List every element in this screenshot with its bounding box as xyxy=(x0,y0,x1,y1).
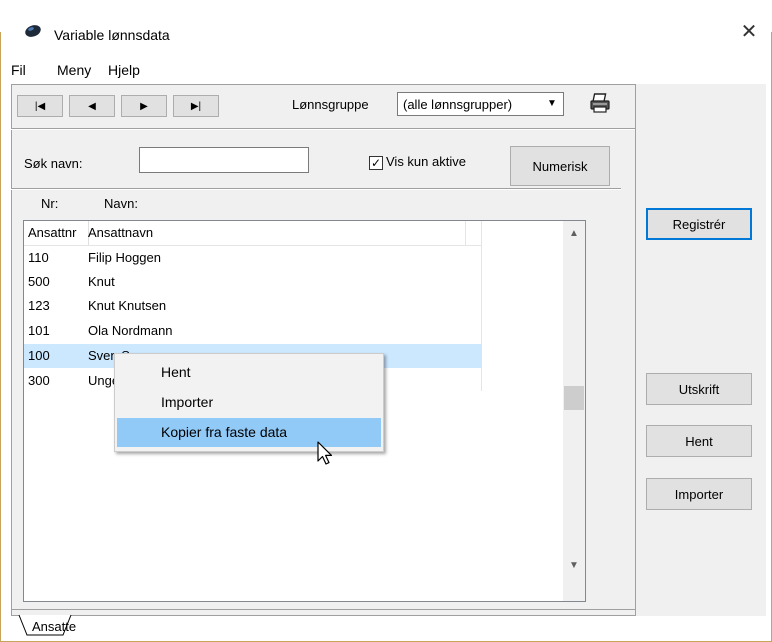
vis-kun-aktive-label: Vis kun aktive xyxy=(386,154,466,169)
nav-next-button[interactable]: ▶ xyxy=(121,95,167,117)
cell-ansattnavn: Ola Nordmann xyxy=(88,323,173,338)
chevron-down-icon[interactable]: ▼ xyxy=(543,95,561,113)
table-row[interactable]: 110 Filip Hoggen xyxy=(24,246,482,270)
header-ansattnr[interactable]: Ansattnr xyxy=(28,221,89,245)
toolbar-separator xyxy=(11,128,635,130)
nav-first-button[interactable]: |◀ xyxy=(17,95,63,117)
cell-ansattnr: 100 xyxy=(28,348,50,363)
scroll-down-icon[interactable]: ▼ xyxy=(563,556,585,576)
mouse-pointer-icon xyxy=(317,441,333,465)
table-row[interactable]: 500 Knut xyxy=(24,270,482,294)
ctx-importer[interactable]: Importer xyxy=(117,388,381,417)
table-row[interactable]: 101 Ola Nordmann xyxy=(24,319,482,343)
printer-icon[interactable] xyxy=(589,92,611,114)
cell-ansattnavn: Knut xyxy=(88,274,115,289)
navn-column-label: Navn: xyxy=(104,196,138,211)
cell-ansattnr: 500 xyxy=(28,274,50,289)
cell-ansattnr: 300 xyxy=(28,373,50,388)
numerisk-button[interactable]: Numerisk xyxy=(510,146,610,186)
cell-ansattnr: 101 xyxy=(28,323,50,338)
nav-last-button[interactable]: ▶| xyxy=(173,95,219,117)
scroll-thumb[interactable] xyxy=(564,386,584,410)
bottom-separator xyxy=(11,609,635,610)
tab-ansatte-label: Ansatte xyxy=(32,619,77,634)
lonnsgruppe-value: (alle lønnsgrupper) xyxy=(403,97,513,112)
ctx-hent[interactable]: Hent xyxy=(117,358,381,387)
menu-meny[interactable]: Meny xyxy=(57,61,91,79)
cell-ansattnr: 110 xyxy=(28,250,49,265)
ctx-kopier-fra-faste-data[interactable]: Kopier fra faste data xyxy=(117,418,381,447)
utskrift-button[interactable]: Utskrift xyxy=(646,373,752,405)
lonnsgruppe-label: Lønnsgruppe xyxy=(292,97,369,112)
nav-prev-button[interactable]: ◀ xyxy=(69,95,115,117)
context-menu: Hent Importer Kopier fra faste data xyxy=(114,353,384,452)
cell-ansattnr: 123 xyxy=(28,298,50,313)
cell-ansattnavn: Knut Knutsen xyxy=(88,298,167,313)
menu-fil[interactable]: Fil xyxy=(11,61,26,79)
importer-button[interactable]: Importer xyxy=(646,478,752,510)
list-scrollbar[interactable] xyxy=(563,221,585,601)
header-ansattnavn[interactable]: Ansattnavn xyxy=(88,221,468,245)
search-separator xyxy=(11,188,621,190)
hent-button[interactable]: Hent xyxy=(646,425,752,457)
search-label: Søk navn: xyxy=(24,156,83,171)
menu-hjelp[interactable]: Hjelp xyxy=(108,61,140,79)
cell-ansattnavn: Filip Hoggen xyxy=(88,250,161,265)
app-logo-icon xyxy=(25,25,41,37)
registrer-button[interactable]: Registrér xyxy=(646,208,752,240)
close-icon[interactable]: ✕ xyxy=(738,22,760,44)
window-title: Variable lønnsdata xyxy=(54,27,170,43)
table-header-row: Ansattnr Ansattnavn xyxy=(24,221,482,246)
table-row[interactable]: 123 Knut Knutsen xyxy=(24,294,482,318)
search-input[interactable] xyxy=(139,147,309,173)
vis-kun-aktive-checkbox[interactable]: ✓ xyxy=(369,156,383,170)
nr-column-label: Nr: xyxy=(41,196,59,211)
scroll-up-icon[interactable]: ▲ xyxy=(563,224,585,244)
right-panel xyxy=(635,84,766,616)
